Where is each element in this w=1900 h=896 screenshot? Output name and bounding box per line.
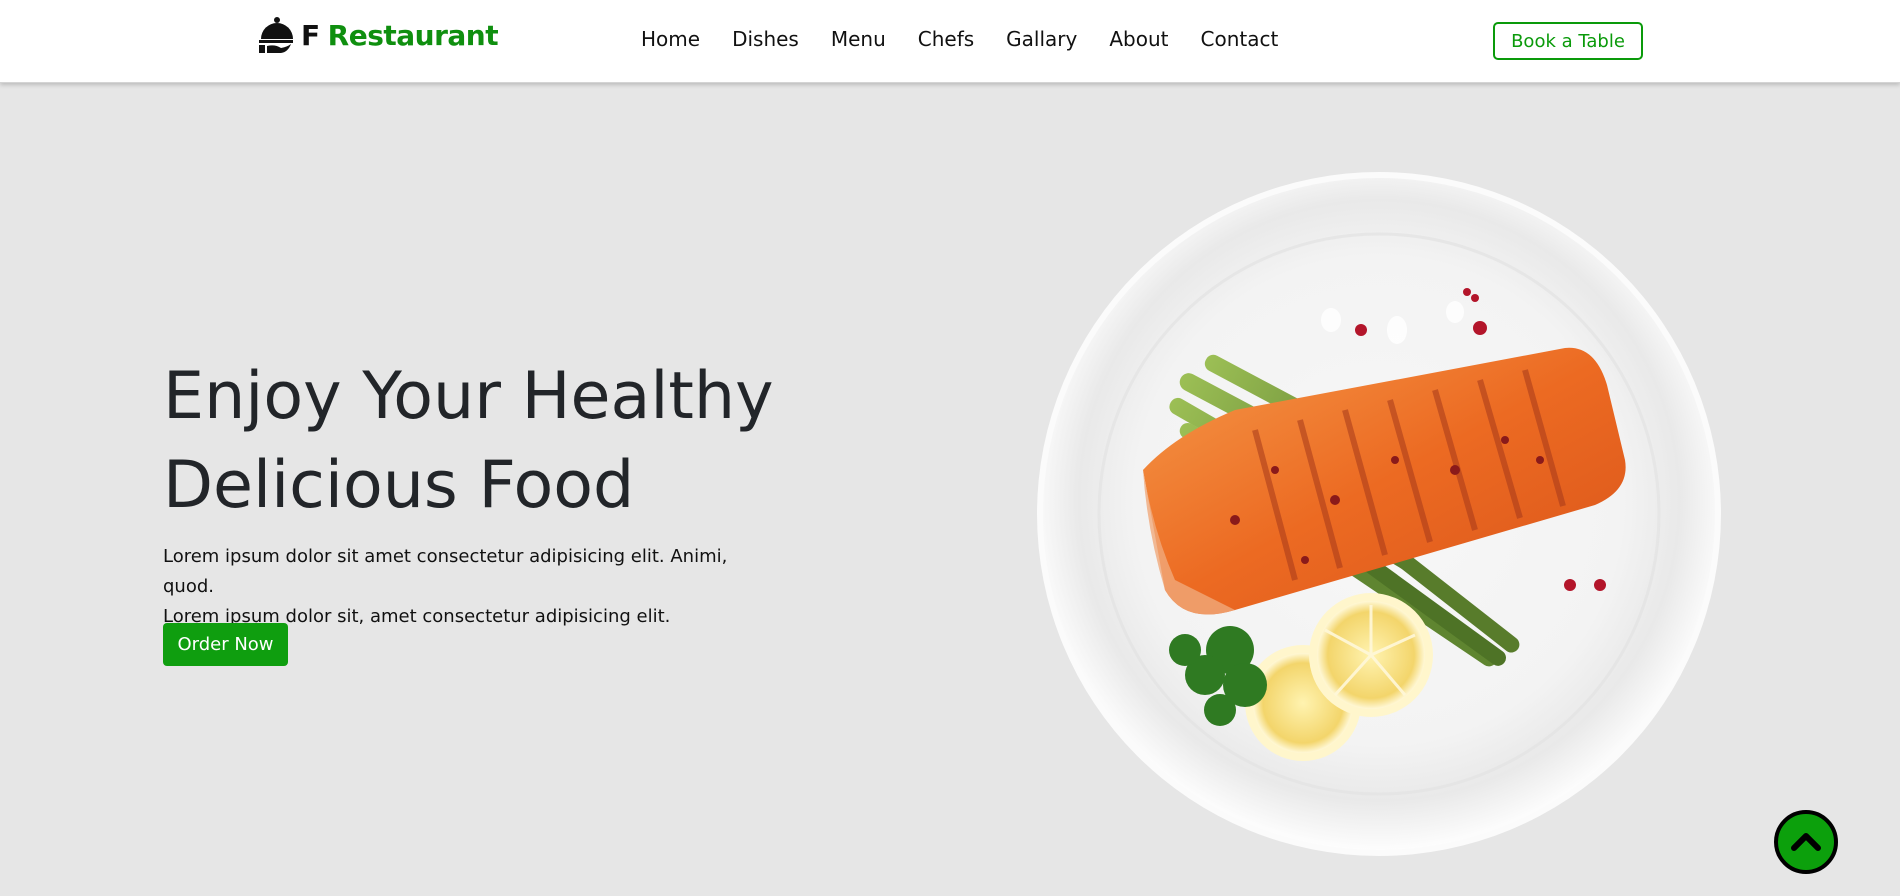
brand-logo[interactable]: F Restaurant	[255, 14, 499, 56]
book-table-button[interactable]: Book a Table	[1493, 22, 1643, 60]
hero-title-line1: Enjoy Your Healthy	[163, 359, 774, 434]
cloche-icon	[259, 17, 293, 53]
brand-name: Restaurant	[327, 18, 499, 52]
scroll-to-top-button[interactable]	[1774, 810, 1838, 874]
hero-title-line2: Delicious Food	[163, 448, 635, 523]
nav-home[interactable]: Home	[641, 24, 700, 54]
nav-about[interactable]: About	[1109, 24, 1168, 54]
brand-prefix: F	[301, 18, 320, 52]
navbar: F Restaurant Home Dishes Menu Chefs Gall…	[0, 0, 1900, 83]
nav-gallery[interactable]: Gallary	[1006, 24, 1077, 54]
plate-illustration	[1037, 172, 1721, 856]
grilled-salmon-plate-image	[1035, 170, 1723, 858]
nav-dishes[interactable]: Dishes	[732, 24, 799, 54]
nav-contact[interactable]: Contact	[1201, 24, 1279, 54]
chevron-up-icon	[1791, 833, 1821, 851]
main-nav: Home Dishes Menu Chefs Gallary About Con…	[641, 24, 1278, 54]
hero-title: Enjoy Your Healthy Delicious Food	[163, 352, 863, 530]
nav-menu[interactable]: Menu	[831, 24, 886, 54]
order-now-button[interactable]: Order Now	[163, 623, 288, 666]
hero-description: Lorem ipsum dolor sit amet consectetur a…	[163, 542, 783, 632]
hero-text-line1: Lorem ipsum dolor sit amet consectetur a…	[163, 546, 728, 597]
nav-chefs[interactable]: Chefs	[918, 24, 974, 54]
